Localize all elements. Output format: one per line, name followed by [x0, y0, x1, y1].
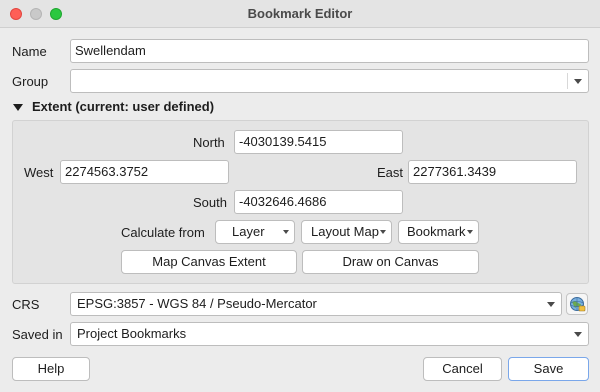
- calculate-from-label: Calculate from: [121, 225, 205, 240]
- east-label: East: [377, 165, 404, 180]
- east-field[interactable]: 2277361.3439: [408, 160, 577, 184]
- cancel-button[interactable]: Cancel: [423, 357, 502, 381]
- dropdown-arrow-icon: [380, 230, 386, 234]
- saved-in-label: Saved in: [12, 327, 63, 342]
- south-label: South: [193, 195, 227, 210]
- group-label: Group: [12, 74, 49, 89]
- crs-label: CRS: [12, 297, 40, 312]
- layer-button[interactable]: Layer: [215, 220, 295, 244]
- chevron-down-icon: [574, 79, 582, 84]
- saved-in-combo[interactable]: Project Bookmarks: [70, 322, 589, 346]
- west-label: West: [24, 165, 54, 180]
- crs-value: EPSG:3857 - WGS 84 / Pseudo-Mercator: [77, 296, 317, 311]
- dropdown-arrow-icon: [467, 230, 473, 234]
- globe-icon: [570, 297, 586, 312]
- dropdown-arrow-icon: [283, 230, 289, 234]
- north-label: North: [193, 135, 225, 150]
- bookmark-button-label: Bookmark: [407, 224, 466, 239]
- name-label: Name: [12, 44, 47, 59]
- west-field[interactable]: 2274563.3752: [60, 160, 229, 184]
- draw-on-canvas-button[interactable]: Draw on Canvas: [302, 250, 479, 274]
- layer-button-label: Layer: [232, 224, 265, 239]
- save-button[interactable]: Save: [508, 357, 589, 381]
- crs-selector-button[interactable]: [566, 293, 588, 315]
- layout-map-button-label: Layout Map: [311, 224, 379, 239]
- window-title: Bookmark Editor: [247, 6, 353, 21]
- group-combo[interactable]: [70, 69, 589, 93]
- combo-separator: [567, 73, 568, 89]
- map-canvas-extent-button[interactable]: Map Canvas Extent: [121, 250, 297, 274]
- layout-map-button[interactable]: Layout Map: [301, 220, 392, 244]
- title-bar: Bookmark Editor: [0, 0, 600, 28]
- chevron-down-icon: [547, 302, 555, 307]
- collapse-triangle-icon[interactable]: [13, 104, 23, 111]
- help-button[interactable]: Help: [12, 357, 90, 381]
- extent-header[interactable]: Extent (current: user defined): [32, 99, 214, 114]
- south-field[interactable]: -4032646.4686: [234, 190, 403, 214]
- bookmark-button[interactable]: Bookmark: [398, 220, 479, 244]
- crs-combo[interactable]: EPSG:3857 - WGS 84 / Pseudo-Mercator: [70, 292, 562, 316]
- name-field[interactable]: Swellendam: [70, 39, 589, 63]
- chevron-down-icon: [574, 332, 582, 337]
- north-field[interactable]: -4030139.5415: [234, 130, 403, 154]
- saved-in-value: Project Bookmarks: [77, 326, 187, 341]
